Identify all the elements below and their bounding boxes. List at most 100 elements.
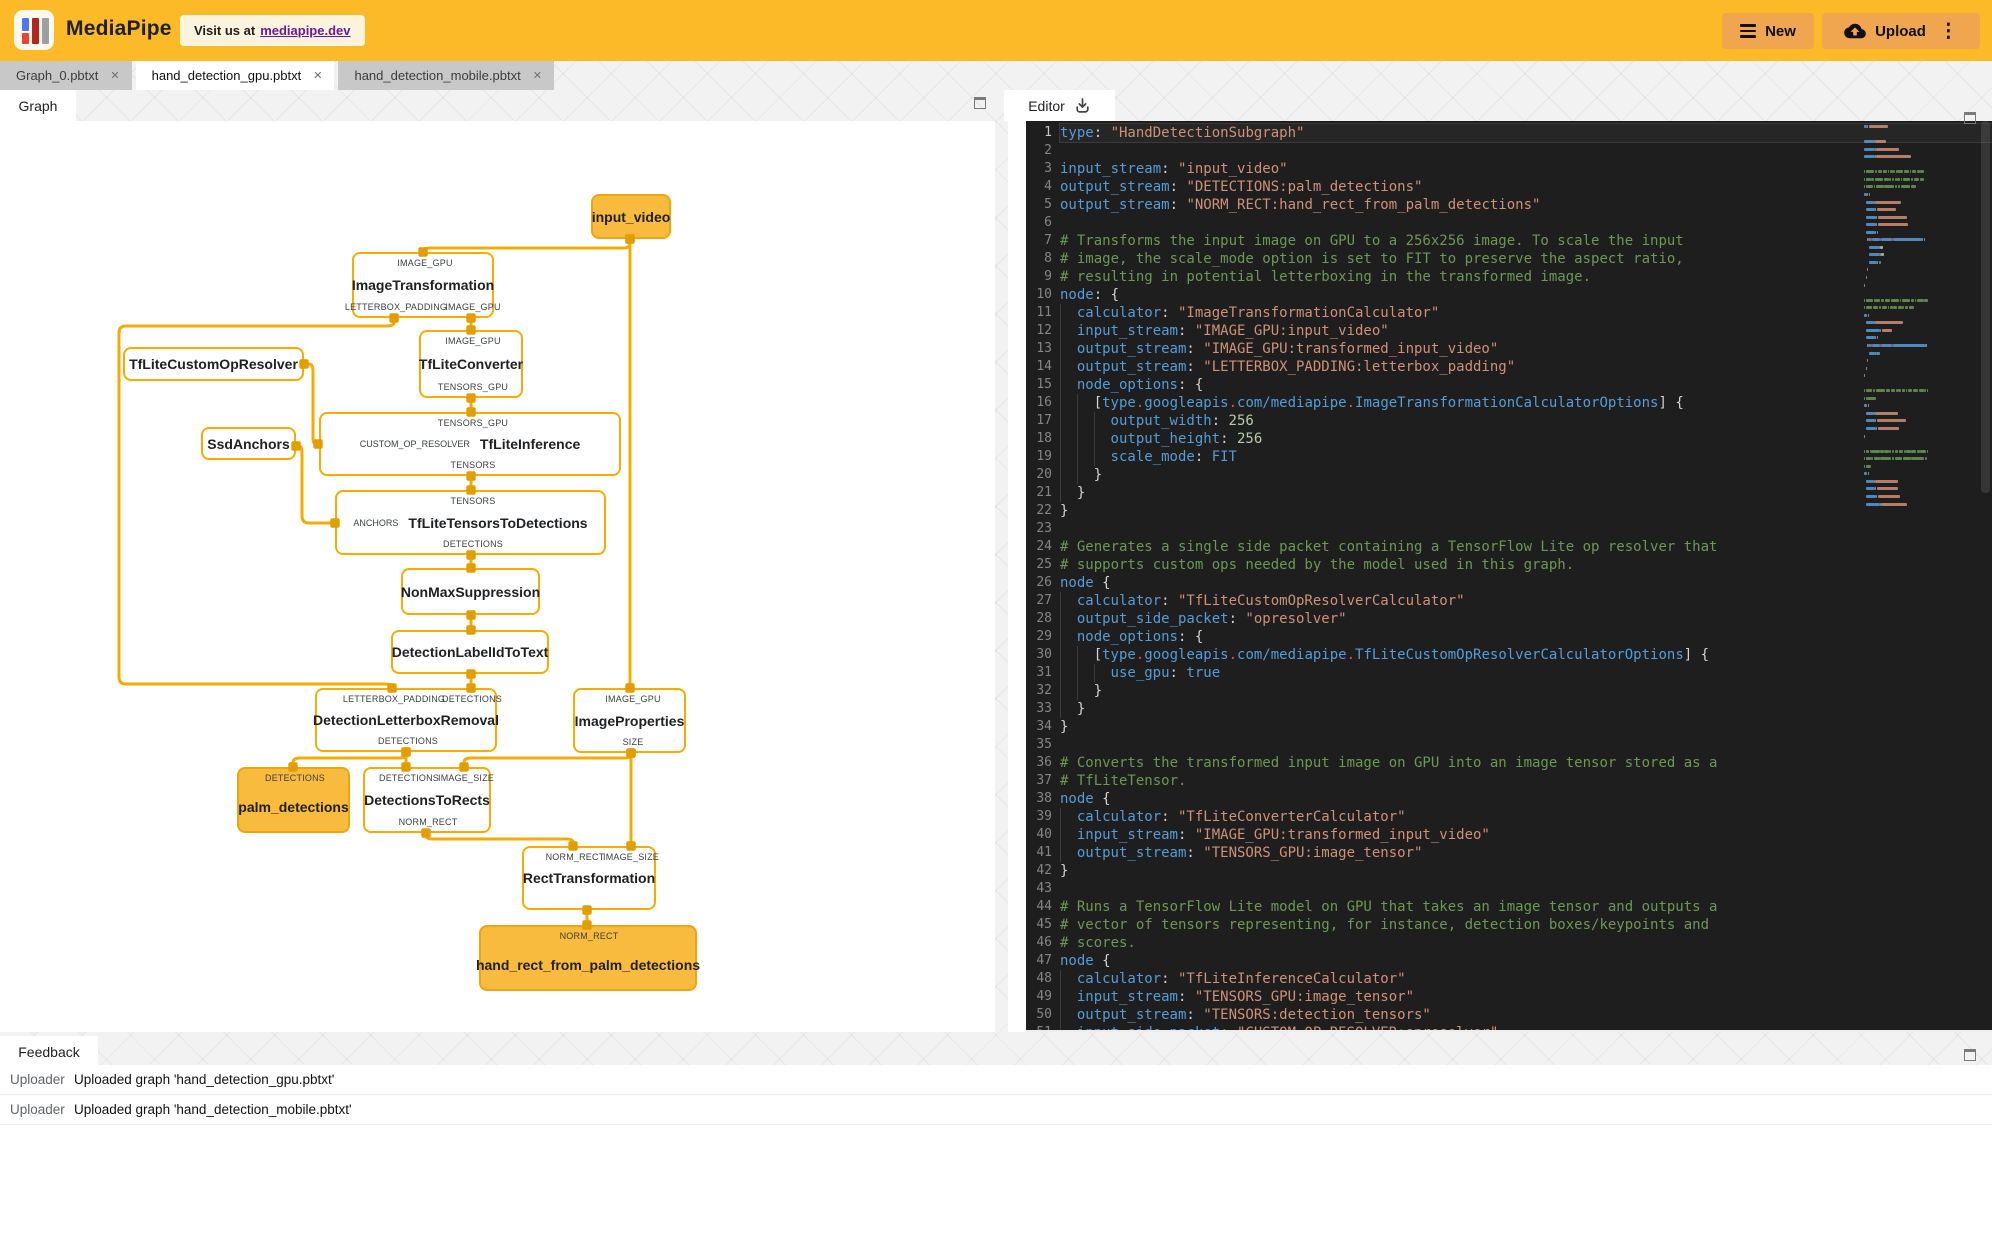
editor-bottom-strip (1026, 1030, 1992, 1032)
port-label: DETECTIONS (441, 694, 503, 704)
graph-node-DetectionLabelIdToText[interactable]: DetectionLabelIdToText (391, 630, 549, 674)
graph-node-input_video[interactable]: input_video (591, 194, 671, 239)
new-menu-icon (1740, 21, 1757, 40)
code-line-48: 48 calculator: "TfLiteInferenceCalculator… (1036, 970, 1406, 988)
graph-node-hand_rect_from_palm_detections[interactable]: hand_rect_from_palm_detections NORM_RECT (475, 925, 701, 991)
graph-node-DetectionLetterboxRemoval[interactable]: DetectionLetterboxRemoval LETTERBOX_PADDI… (313, 688, 502, 752)
graph-node-TfLiteCustomOpResolver[interactable]: TfLiteCustomOpResolver (123, 347, 304, 381)
node-title: input_video (591, 208, 671, 225)
node-title: SsdAnchors (207, 435, 290, 452)
code-line-42: 42} (1036, 863, 1069, 879)
code-line-11: 11 calculator: "ImageTransformationCalcul… (1036, 304, 1440, 322)
file-tab-Graph_0.pbtxt[interactable]: Graph_0.pbtxt ✕ (0, 61, 132, 90)
port-label: IMAGE_SIZE (437, 773, 495, 783)
new-button-label: New (1765, 22, 1796, 40)
node-title: ImageTransformation (351, 277, 495, 293)
visit-text: Visit us at (194, 23, 256, 38)
tab-graph[interactable]: Graph (0, 90, 76, 121)
port-label: NORM_RECT (559, 931, 619, 941)
code-line-30: 30 [type.googleapis.com/mediapipe.TfLiteC… (1036, 646, 1710, 664)
file-tab-hand_detection_mobile.pbtxt[interactable]: hand_detection_mobile.pbtxt ✕ (338, 61, 554, 90)
graph-node-ImageTransformation[interactable]: ImageTransformation IMAGE_GPU LETTERBOX_PA… (345, 252, 500, 318)
graph-node-palm_detections[interactable]: palm_detections DETECTIONS (237, 767, 350, 833)
maximize-editor-panel-icon[interactable] (1964, 112, 1976, 124)
port-label: SIZE (622, 737, 644, 747)
code-line-16: 16 [type.googleapis.com/mediapipe.ImageTr… (1036, 394, 1684, 412)
code-line-43: 43 (1036, 881, 1052, 896)
maximize-graph-panel-icon[interactable] (974, 97, 986, 109)
port-label: TENSORS_GPU (437, 418, 509, 428)
new-button[interactable]: New (1722, 13, 1814, 49)
port-label: ANCHORS (353, 517, 399, 528)
code-line-49: 49 input_stream: "TENSORS_GPU:image_tenso… (1036, 988, 1415, 1006)
close-tab-icon[interactable]: ✕ (533, 69, 542, 82)
mediapipe-dev-link[interactable]: mediapipe.dev (260, 23, 350, 38)
graph-tab-label: Graph (18, 97, 58, 114)
code-line-5: 5 output_stream: "NORM_RECT:hand_rect_fro… (1044, 197, 1541, 213)
graph-node-DetectionsToRects[interactable]: DetectionsToRects DETECTIONS IMAGE_SIZE NOR… (363, 767, 495, 833)
code-line-3: 3 input_stream: "input_video" (1044, 161, 1288, 177)
code-line-25: 25 # supports custom ops needed by the mo… (1036, 557, 1575, 573)
close-tab-icon[interactable]: ✕ (110, 69, 119, 82)
graph-node-TfLiteConverter[interactable]: TfLiteConverter IMAGE_GPU TENSORS_GPU (419, 330, 523, 398)
code-line-4: 4 output_stream: "DETECTIONS:palm_detecti… (1044, 179, 1423, 195)
mediapipe-logo (14, 10, 54, 50)
code-line-14: 14 output_stream: "LETTERBOX_PADDING:lett… (1036, 358, 1516, 376)
graph-node-ImageProperties[interactable]: ImageProperties IMAGE_GPU SIZE (573, 688, 686, 753)
port-label: TENSORS (450, 496, 496, 506)
graph-canvas[interactable]: input_video ImageTransformation IMAGE_GPU L… (0, 121, 995, 1032)
node-title: TfLiteInference (479, 436, 581, 452)
download-icon[interactable] (1074, 97, 1091, 114)
node-title: hand_rect_from_palm_detections (475, 956, 701, 973)
code-line-6: 6 (1044, 215, 1052, 230)
feedback-panel: Uploader Uploaded graph 'hand_detection_g… (0, 1065, 1992, 1242)
maximize-feedback-panel-icon[interactable] (1964, 1049, 1976, 1061)
node-title: TfLiteConverter (418, 356, 524, 372)
file-tab-hand_detection_gpu.pbtxt[interactable]: hand_detection_gpu.pbtxt ✕ (135, 61, 335, 90)
port-label: LETTERBOX_PADDING (344, 302, 448, 312)
node-title: ImageProperties (574, 712, 685, 729)
code-line-10: 10 node: { (1036, 287, 1120, 303)
code-line-35: 35 (1036, 737, 1052, 752)
code-line-15: 15 node_options: { (1036, 376, 1204, 394)
feedback-message: Uploaded graph 'hand_detection_gpu.pbtxt… (74, 1072, 335, 1087)
upload-menu-kebab-icon[interactable]: ⋮ (1939, 20, 1958, 43)
graph-node-NonMaxSuppression[interactable]: NonMaxSuppression (401, 568, 540, 615)
graph-node-TfLiteTensorsToDetections[interactable]: ANCHORS TfLiteTensorsToDetections TENSORS D… (335, 490, 606, 555)
feedback-source: Uploader (10, 1102, 65, 1117)
feedback-row: Uploader Uploaded graph 'hand_detection_g… (0, 1065, 1992, 1095)
code-editor[interactable]: 1 type: "HandDetectionSubgraph" 2 3 input_st… (1026, 121, 1992, 1030)
code-line-8: 8 # image, the scale_mode option is set t… (1044, 251, 1684, 267)
close-tab-icon[interactable]: ✕ (313, 69, 322, 82)
tab-feedback[interactable]: Feedback (0, 1036, 98, 1067)
graph-node-TfLiteInference[interactable]: CUSTOM_OP_RESOLVER TfLiteInference TENSORS… (319, 412, 621, 476)
code-line-7: 7 # Transforms the input image on GPU to … (1044, 233, 1684, 249)
node-title: TfLiteCustomOpResolver (129, 356, 298, 372)
node-title: DetectionsToRects (364, 792, 490, 808)
graph-node-RectTransformation[interactable]: RectTransformation NORM_RECT IMAGE_SIZE (522, 846, 660, 910)
graph-node-SsdAnchors[interactable]: SsdAnchors (201, 427, 296, 460)
tab-editor[interactable]: Editor (1004, 90, 1115, 121)
code-line-18: 18 output_height: 256 (1036, 430, 1263, 448)
port-label: DETECTIONS (442, 539, 504, 549)
code-line-19: 19 scale_mode: FIT (1036, 448, 1237, 466)
code-line-17: 17 output_width: 256 (1036, 412, 1254, 430)
code-line-41: 41 output_stream: "TENSORS_GPU:image_tens… (1036, 844, 1423, 862)
code-line-21: 21} (1036, 484, 1086, 502)
code-line-45: 45 # vector of tensors representing, for … (1036, 917, 1710, 933)
node-title: NonMaxSuppression (400, 583, 541, 600)
upload-button[interactable]: Upload ⋮ (1822, 13, 1980, 49)
code-line-47: 47 node { (1036, 953, 1111, 969)
minimap[interactable] (1860, 125, 1946, 545)
file-tab-strip: Graph_0.pbtxt ✕ hand_detection_gpu.pbtxt ✕ h… (0, 61, 554, 90)
code-line-39: 39 calculator: "TfLiteConverterCalculator… (1036, 808, 1406, 826)
port-label: DETECTIONS (377, 736, 439, 746)
editor-scrollbar[interactable] (1981, 121, 1990, 493)
code-line-28: 28 output_side_packet: "opresolver" (1036, 610, 1347, 628)
file-tab-label: hand_detection_gpu.pbtxt (151, 68, 302, 83)
code-line-1: 1 type: "HandDetectionSubgraph" (1026, 123, 1992, 143)
code-lines: 1 type: "HandDetectionSubgraph" 2 3 input_st… (1026, 123, 1992, 1030)
port-label: IMAGE_SIZE (602, 852, 660, 862)
code-line-34: 34} (1036, 719, 1069, 735)
code-line-50: 50 output_stream: "TENSORS:detection_tens… (1036, 1006, 1431, 1024)
